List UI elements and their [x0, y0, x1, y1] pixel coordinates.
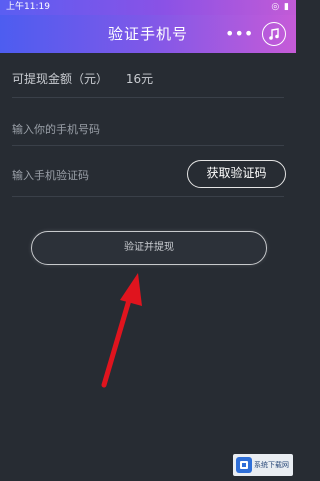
status-bar: 上午11:19 ◎ ▮ — [0, 0, 296, 15]
nav-bar: 验证手机号 ••• — [0, 15, 296, 53]
status-time: 上午11:19 — [6, 2, 50, 12]
watermark-logo: 系统下载网 — [233, 454, 293, 476]
divider — [12, 97, 284, 98]
watermark-text: 系统下载网 — [254, 461, 289, 469]
verify-withdraw-button[interactable]: 验证并提现 — [31, 231, 267, 265]
balance-label: 可提现金额（元） — [12, 72, 109, 86]
phone-input[interactable]: 输入你的手机号码 — [12, 121, 100, 137]
divider — [12, 145, 284, 146]
get-code-button[interactable]: 获取验证码 — [187, 160, 286, 188]
more-icon[interactable]: ••• — [225, 23, 253, 45]
music-icon[interactable] — [262, 22, 286, 46]
site-logo-icon — [236, 457, 252, 473]
divider — [12, 196, 284, 197]
balance-row: 可提现金额（元） 16元 — [12, 70, 153, 87]
status-icons: ◎ ▮ — [271, 2, 290, 12]
code-input[interactable]: 输入手机验证码 — [12, 167, 89, 183]
balance-value: 16元 — [125, 72, 154, 86]
